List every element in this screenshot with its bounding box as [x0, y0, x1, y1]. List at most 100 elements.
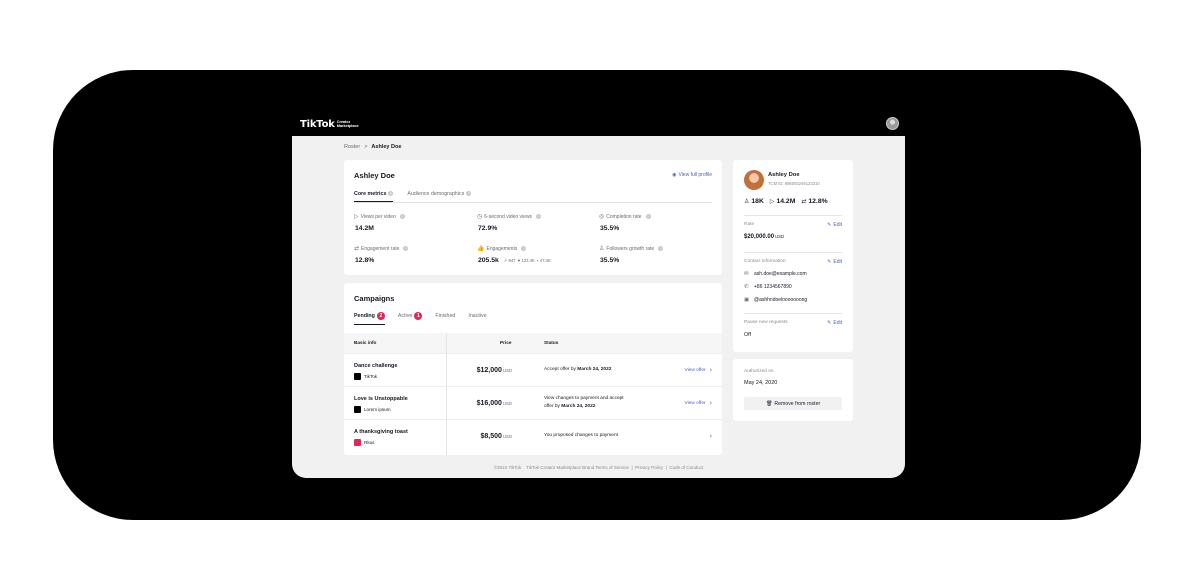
view-offer-link[interactable]: View offer › [685, 400, 713, 407]
creator-name: Ashley Doe [768, 172, 800, 178]
creator-stats: ♙ 18K ▷ 14.2M ⇄ 12.8% [744, 198, 828, 205]
campaign-name: Love is Unstoppable [354, 396, 408, 402]
view-offer-label: View offer [684, 368, 706, 373]
campaign-brand: Rkus [354, 439, 374, 446]
breadcrumb-roster[interactable]: Roster [344, 144, 360, 150]
help-icon: ? [388, 191, 394, 197]
mail-icon: ✉ [744, 271, 749, 277]
pencil-icon: ✎ [827, 259, 832, 265]
phone-icon: ✆ [744, 284, 749, 290]
engagement-breakdown: ↗ 947 ♥ 123.4K ▪ 47.3K [503, 258, 551, 263]
user-avatar[interactable] [886, 117, 899, 130]
clock-icon: ◷ [477, 214, 483, 220]
campaign-status: Accept offer by March 24, 2022 [544, 366, 611, 374]
play-circle-icon: ▷ [769, 199, 775, 205]
tab-active-label: Active [397, 313, 413, 319]
help-icon: ? [536, 214, 542, 219]
campaign-brand: TikTok [354, 373, 377, 380]
profile-name: Ashley Doe [354, 171, 395, 180]
campaign-price: $16,000USD [477, 400, 512, 407]
tab-pending[interactable]: Pending 2 [354, 312, 385, 325]
status-text: Accept offer by [544, 367, 576, 372]
price-value: $8,500 [480, 433, 502, 440]
edit-pause-button[interactable]: ✎ Edit [827, 320, 842, 326]
price-value: $12,000 [476, 367, 502, 374]
contact-handle: ▣ @ashhndoelooooooong [744, 297, 807, 303]
edit-rate-button[interactable]: ✎ Edit [827, 222, 842, 228]
campaign-price: $8,500USD [481, 433, 513, 440]
column-status: Status [544, 340, 559, 345]
contact-phone: ✆ +86 1234567890 [744, 284, 792, 290]
help-icon: ? [399, 214, 405, 219]
metric-value: 12.8% [355, 257, 375, 264]
phone-value: +86 1234567890 [754, 284, 792, 290]
page-footer: ©2022 TikTok TikTok Creator Marketplace … [292, 465, 905, 470]
eye-icon: ◉ [672, 172, 677, 178]
chevron-right-icon: › [709, 400, 712, 407]
followers-icon: ♙ [744, 199, 750, 205]
rate-currency: USD [775, 234, 785, 239]
tab-active[interactable]: Active 1 [397, 312, 423, 320]
metric-engagements: 👍 Engagements? 205.5k ↗ 947 ♥ 123.4K ▪ 47.… [477, 245, 551, 265]
table-row[interactable]: Love is Unstoppable Lorem ipsum $16,000U… [344, 386, 722, 419]
divider [744, 252, 842, 253]
status-text-2: offer by [544, 404, 560, 409]
edit-label: Edit [833, 222, 842, 228]
repeat-icon: ⇄ [801, 199, 807, 205]
column-basic-info: Basic info [354, 340, 377, 345]
engagement-value: 12.8% [808, 198, 828, 205]
view-offer-link[interactable]: View offer › [685, 367, 713, 374]
contact-label: Contact information [744, 259, 786, 264]
price-currency: USD [502, 368, 512, 373]
table-row[interactable]: Dance challenge TikTok $12,000USD Accept… [344, 353, 722, 386]
tab-inactive[interactable]: Inactive [468, 313, 486, 319]
help-icon: ? [658, 246, 664, 251]
check-circle-icon: ◎ [599, 214, 605, 220]
row-chevron[interactable]: › [710, 433, 712, 440]
pencil-icon: ✎ [827, 320, 832, 326]
top-navigation-bar: TikTok Creator Marketplace [292, 112, 905, 136]
footer-conduct-link[interactable]: Code of Conduct [669, 465, 703, 470]
chevron-right-icon: › [709, 433, 712, 440]
tab-core-metrics-label: Core metrics [354, 191, 387, 197]
tab-core-metrics[interactable]: Core metrics? [354, 191, 394, 202]
help-icon: ? [521, 246, 527, 251]
tab-audience-label: Audience demographics [407, 191, 465, 197]
tiktok-logo[interactable]: TikTok [300, 119, 335, 130]
brand-logo-icon [354, 373, 361, 380]
user-plus-icon: ♙ [599, 246, 605, 252]
profile-metrics-card: Ashley Doe ◉ View full profile Core metr… [344, 160, 722, 275]
help-icon: ? [645, 214, 651, 219]
chevron-right-icon: › [709, 367, 712, 374]
price-currency: USD [502, 434, 512, 439]
shares-count: 947 [508, 258, 516, 263]
remove-label: Remove from roster [774, 400, 821, 407]
campaign-status: View changes to payment and accept offer … [544, 395, 624, 411]
footer-separator: | [631, 465, 633, 470]
view-full-profile-label: View full profile [678, 172, 712, 178]
active-count-badge: 1 [414, 312, 423, 320]
creator-side-card: Ashley Doe TCM ID: 986083249123310 ♙ 18K … [733, 160, 853, 352]
breadcrumb: Roster > Ashley Doe [344, 144, 401, 150]
tab-audience-demographics[interactable]: Audience demographics? [407, 191, 472, 197]
view-full-profile-link[interactable]: ◉ View full profile [672, 172, 712, 178]
price-currency: USD [502, 401, 512, 406]
metric-label: Engagement rate [361, 245, 400, 252]
edit-contact-button[interactable]: ✎ Edit [827, 259, 842, 265]
divider [744, 215, 842, 216]
table-row[interactable]: A thanksgiving toast Rkus $8,500USD You … [344, 419, 722, 452]
footer-copyright: ©2022 TikTok [493, 465, 522, 470]
thumb-icon: 👍 [477, 246, 485, 252]
pause-requests-value: Off [744, 332, 751, 338]
campaign-price: $12,000USD [477, 367, 512, 374]
campaign-brand: Lorem ipsum [354, 406, 391, 413]
metric-label: Followers growth rate [606, 245, 655, 252]
brand-name: Rkus [364, 440, 375, 445]
brand-logo-icon [354, 439, 361, 446]
footer-terms-link[interactable]: TikTok Creator Marketplace Brand Terms o… [526, 465, 629, 470]
breadcrumb-separator: > [364, 144, 368, 150]
footer-privacy-link[interactable]: Privacy Policy [635, 465, 663, 470]
tab-finished[interactable]: Finished [435, 313, 455, 319]
remove-from-roster-button[interactable]: 🗑 Remove from roster [744, 397, 842, 410]
metric-value: 205.5k [478, 257, 499, 264]
